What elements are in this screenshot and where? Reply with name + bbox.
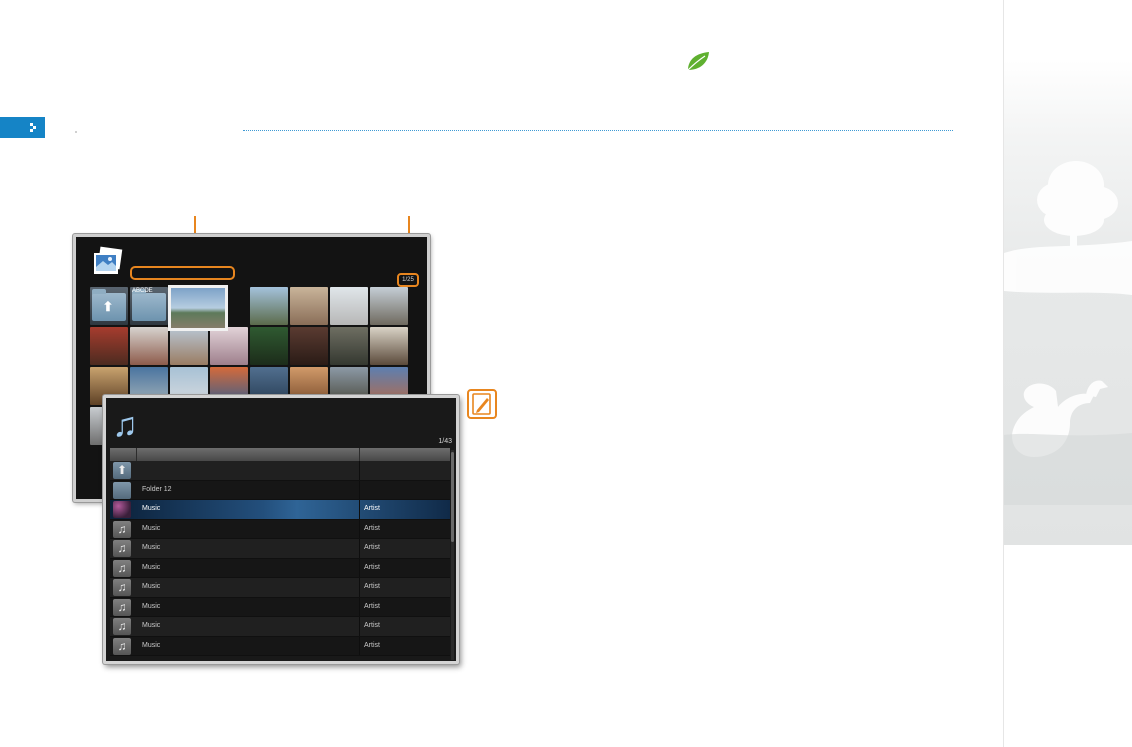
- chevron-right-icon: [30, 123, 36, 132]
- section-divider: [243, 130, 953, 131]
- track-artist: Artist: [364, 583, 380, 590]
- track-artist: Artist: [364, 544, 380, 551]
- photo-thumb[interactable]: [130, 327, 168, 365]
- folder-up-icon: ⬆: [102, 299, 114, 314]
- track-row[interactable]: ♫ Music Artist: [110, 578, 450, 598]
- track-artist: Artist: [364, 622, 380, 629]
- folder-label: ABCDE: [132, 288, 153, 294]
- leaf-icon: [687, 52, 709, 71]
- music-page-counter: 1/43: [438, 438, 452, 445]
- note-icon: [467, 389, 497, 419]
- folder-icon: [113, 482, 131, 499]
- photo-thumb[interactable]: [330, 287, 368, 325]
- music-note-icon: ♫: [117, 521, 127, 536]
- photo-thumb[interactable]: [370, 287, 408, 325]
- track-artist: Artist: [364, 563, 380, 571]
- track-artist: Artist: [364, 602, 380, 610]
- music-note-icon: ♫: [117, 560, 127, 575]
- album-art-icon: [113, 501, 131, 518]
- table-header: [110, 448, 450, 461]
- track-title: Music: [142, 544, 161, 551]
- photo-thumb[interactable]: [330, 327, 368, 365]
- folder-path-highlight: [130, 266, 235, 280]
- tree-and-swan-illustration: [1004, 161, 1132, 505]
- photo-thumb[interactable]: [170, 327, 208, 365]
- music-note-icon: ♫: [117, 580, 127, 594]
- track-title: Music: [142, 602, 161, 610]
- photo-thumb-selected[interactable]: [168, 285, 228, 331]
- track-title: Music: [142, 524, 161, 532]
- photo-thumb[interactable]: [90, 327, 128, 365]
- music-note-icon: ♫: [117, 619, 127, 633]
- section-marker-tab: [0, 117, 45, 138]
- list-scrollbar[interactable]: [451, 450, 454, 660]
- track-row[interactable]: ♫ Music Artist: [110, 519, 450, 539]
- music-list-screen: ♫ 1/43 ⬆ Folder 12 Music Artist ♫ Music …: [103, 395, 459, 664]
- track-row[interactable]: ♫ Music Artist: [110, 636, 450, 656]
- music-note-icon: ♫: [117, 599, 127, 614]
- music-note-icon: ♫: [117, 541, 127, 555]
- scrollbar-thumb[interactable]: [451, 452, 454, 542]
- track-artist: Artist: [364, 505, 380, 512]
- track-title: Music: [142, 505, 161, 512]
- folder-up-row[interactable]: ⬆: [110, 461, 450, 481]
- photo-thumb[interactable]: [290, 327, 328, 365]
- track-artist: Artist: [364, 524, 380, 532]
- music-note-icon: ♫: [117, 638, 127, 653]
- folder-row[interactable]: Folder 12: [110, 480, 450, 500]
- music-note-app-icon: ♫: [112, 406, 138, 444]
- folder-up-icon: ⬆: [116, 463, 128, 477]
- track-row[interactable]: ♫ Music Artist: [110, 558, 450, 578]
- track-row[interactable]: ♫ Music Artist: [110, 597, 450, 617]
- photo-thumb[interactable]: [210, 327, 248, 365]
- track-title: Folder 12: [142, 485, 172, 493]
- track-row[interactable]: ♫ Music Artist: [110, 539, 450, 559]
- track-title: Music: [142, 622, 161, 629]
- track-title: Music: [142, 563, 161, 571]
- music-track-table: ⬆ Folder 12 Music Artist ♫ Music Artist …: [110, 448, 450, 656]
- heading-dot: [75, 131, 77, 133]
- track-title: Music: [142, 641, 161, 649]
- photo-thumb[interactable]: [250, 287, 288, 325]
- track-artist: Artist: [364, 641, 380, 649]
- photo-thumb[interactable]: [370, 327, 408, 365]
- photo-thumb[interactable]: [250, 327, 288, 365]
- folder-up-thumb[interactable]: ⬆: [90, 287, 128, 325]
- photo-page-counter: 1/25: [397, 273, 419, 287]
- photo-thumb[interactable]: [290, 287, 328, 325]
- folder-thumb[interactable]: ABCDE: [130, 287, 168, 325]
- track-row-selected[interactable]: Music Artist: [110, 500, 450, 520]
- track-title: Music: [142, 583, 161, 590]
- photo-app-icon: [94, 246, 123, 274]
- track-row[interactable]: ♫ Music Artist: [110, 617, 450, 637]
